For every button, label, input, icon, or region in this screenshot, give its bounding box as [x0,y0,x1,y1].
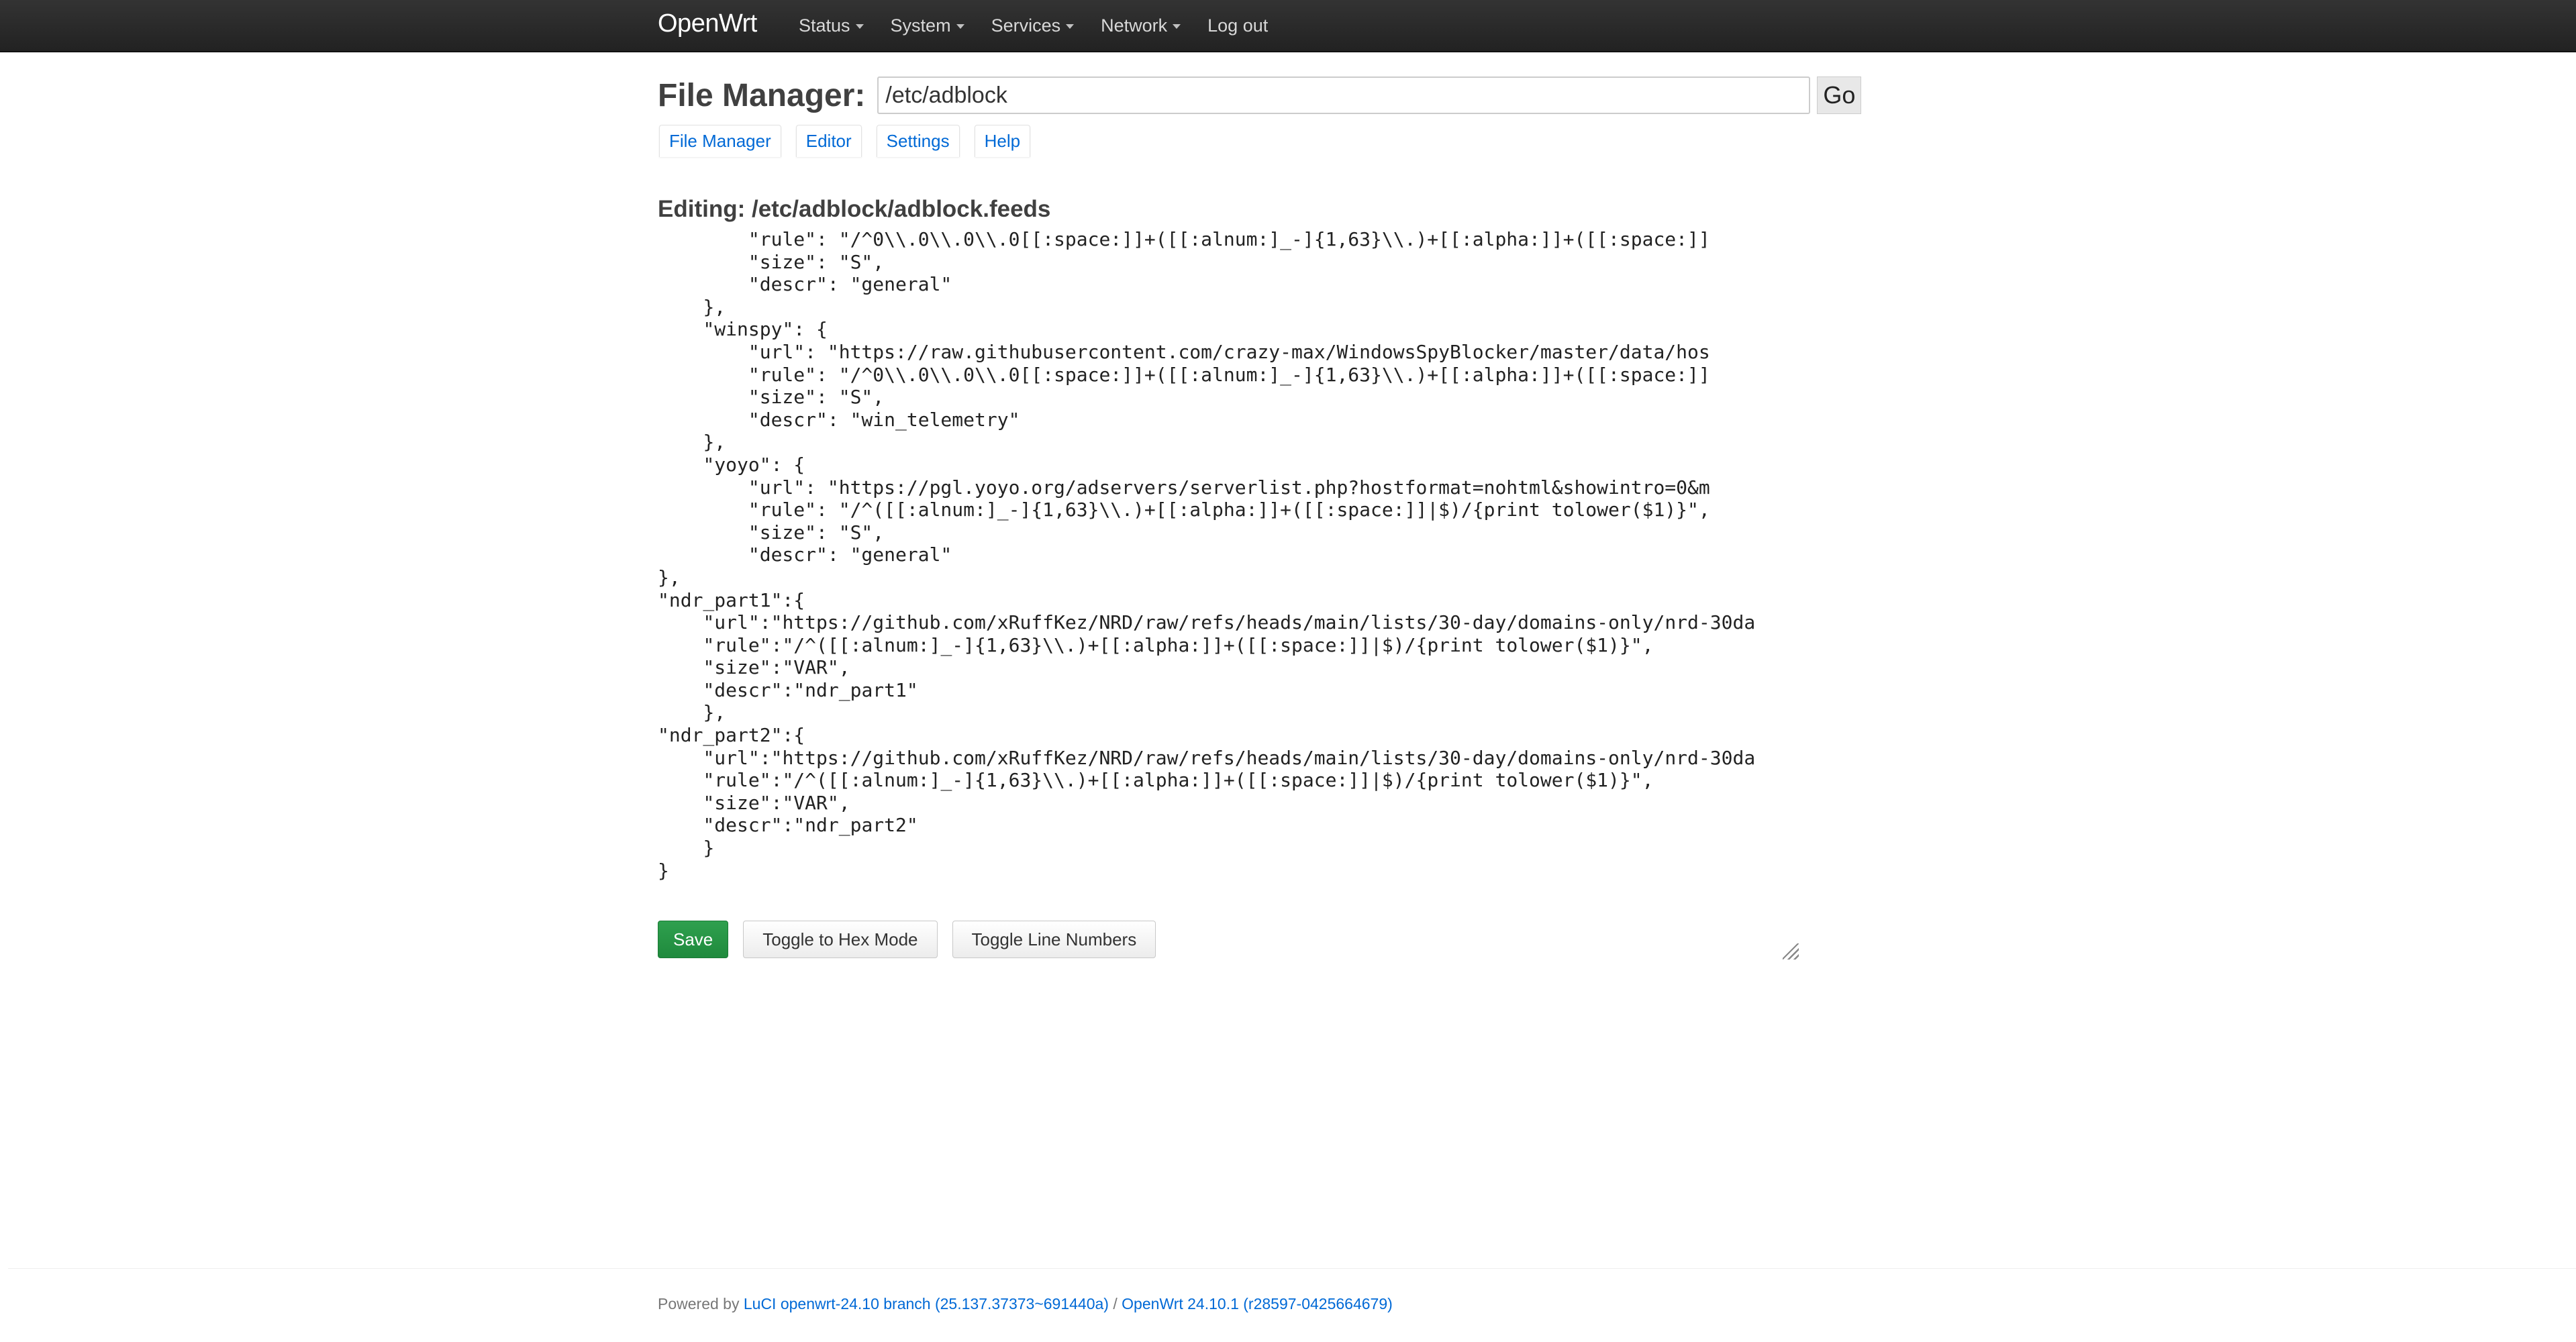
editing-title: Editing: /etc/adblock/adblock.feeds [658,196,1051,222]
openwrt-version-link[interactable]: OpenWrt 24.10.1 (r28597-0425664679) [1122,1295,1393,1312]
menu-system[interactable]: System [891,15,964,36]
top-navbar: OpenWrt Status System Services Network L… [0,0,2576,52]
tab-file-manager[interactable]: File Manager [659,125,781,157]
luci-version-link[interactable]: LuCI openwrt-24.10 branch (25.137.37373~… [744,1295,1109,1312]
menu-network[interactable]: Network [1101,15,1181,36]
brand-logo[interactable]: OpenWrt [658,9,757,38]
tab-settings[interactable]: Settings [876,125,960,157]
chevron-down-icon [855,23,864,29]
menu-services[interactable]: Services [991,15,1075,36]
file-manager-header: File Manager: Go [658,74,1866,117]
go-button[interactable]: Go [1817,76,1862,114]
menu-status-label: Status [799,15,850,36]
save-button[interactable]: Save [658,921,729,958]
main-content: File Manager: Go File Manager Editor Set… [658,74,1866,960]
tab-help[interactable]: Help [974,125,1031,157]
chevron-down-icon [956,23,964,29]
menu-status[interactable]: Status [799,15,864,36]
toggle-line-numbers-button[interactable]: Toggle Line Numbers [952,921,1156,958]
file-editor[interactable]: "rule": "/^0\\.0\\.0\\.0[[:space:]]+([[:… [658,228,1799,960]
footer-divider [8,1268,2576,1269]
menu-logout-label: Log out [1207,15,1269,36]
menu-network-label: Network [1101,15,1168,36]
editor-textarea[interactable]: "rule": "/^0\\.0\\.0\\.0[[:space:]]+([[:… [658,228,1799,939]
tab-bar: File Manager Editor Settings Help [659,125,1866,157]
toggle-hex-mode-button[interactable]: Toggle to Hex Mode [743,921,938,958]
menu-logout[interactable]: Log out [1207,15,1268,36]
footer: Powered by LuCI openwrt-24.10 branch (25… [658,1295,1393,1313]
footer-separator: / [1108,1295,1122,1312]
tab-editor[interactable]: Editor [795,125,862,157]
editor-actions: Save Toggle to Hex Mode Toggle Line Numb… [658,921,1171,958]
resize-handle-icon[interactable] [1783,943,1799,960]
chevron-down-icon [1173,23,1181,29]
path-input[interactable] [877,76,1811,114]
menu-services-label: Services [991,15,1061,36]
main-menu: Status System Services Network Log out [799,0,1295,51]
footer-prefix: Powered by [658,1295,744,1312]
chevron-down-icon [1066,23,1075,29]
menu-system-label: System [890,15,951,36]
page-title: File Manager: [658,77,866,113]
